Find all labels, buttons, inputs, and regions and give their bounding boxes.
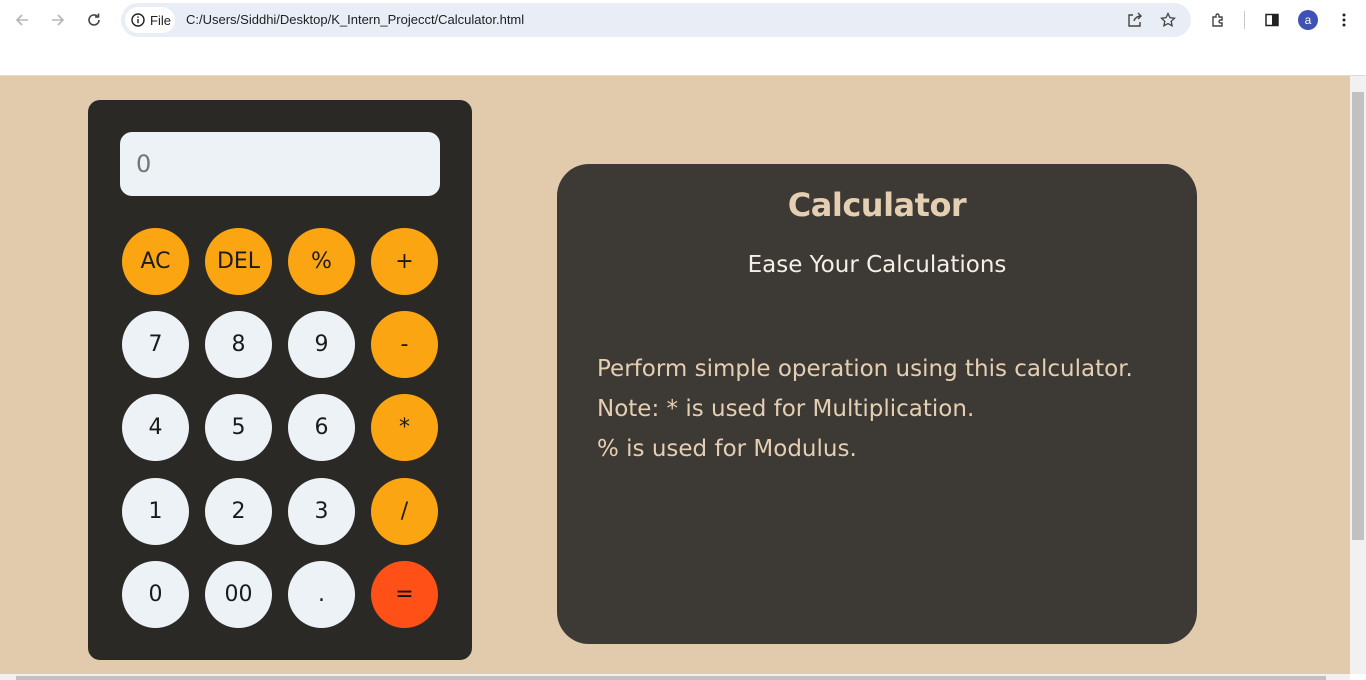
back-button[interactable] [10,8,34,32]
two-button[interactable]: 2 [205,478,272,545]
ac-button[interactable]: AC [122,228,189,295]
star-icon [1160,12,1176,28]
plus-button[interactable]: + [371,228,438,295]
five-button[interactable]: 5 [205,394,272,461]
browser-toolbar: File C:/Users/Siddhi/Desktop/K_Intern_Pr… [0,0,1366,40]
info-panel: Calculator Ease Your Calculations Perfor… [557,164,1197,644]
forward-arrow-icon [52,14,65,26]
seven-button[interactable]: 7 [122,311,189,378]
double-zero-button[interactable]: 00 [205,561,272,628]
side-panel-button[interactable] [1260,8,1284,32]
modulus-button[interactable]: % [288,228,355,295]
decimal-button[interactable]: . [288,561,355,628]
forward-button[interactable] [46,8,70,32]
info-subtitle: Ease Your Calculations [747,252,1007,278]
share-icon [1128,12,1142,27]
address-bar[interactable]: File C:/Users/Siddhi/Desktop/K_Intern_Pr… [121,3,1191,37]
info-icon [131,13,145,27]
three-button[interactable]: 3 [288,478,355,545]
info-description-line: Perform simple operation using this calc… [597,356,1133,382]
multiply-button[interactable]: * [371,394,438,461]
site-info-chip[interactable]: File [125,7,175,33]
info-multiplication-note: Note: * is used for Multiplication. [597,396,975,422]
url-text[interactable]: C:/Users/Siddhi/Desktop/K_Intern_Projecc… [186,12,524,27]
browser-menu-button[interactable] [1332,8,1356,32]
four-button[interactable]: 4 [122,394,189,461]
zero-button[interactable]: 0 [122,561,189,628]
one-button[interactable]: 1 [122,478,189,545]
toolbar-separator [1244,11,1245,29]
calculator-body: AC DEL % + 7 8 9 - 4 5 6 * 1 2 3 / 0 00 … [88,100,472,660]
page-content: AC DEL % + 7 8 9 - 4 5 6 * 1 2 3 / 0 00 … [0,76,1350,674]
vertical-scrollbar-thumb[interactable] [1352,92,1364,540]
calculator-display[interactable] [120,132,440,196]
minus-button[interactable]: - [371,311,438,378]
bookmark-star-button[interactable] [1158,10,1178,30]
share-button[interactable] [1125,10,1145,30]
horizontal-scrollbar-thumb[interactable] [16,676,1326,680]
reload-button[interactable] [82,8,106,32]
nine-button[interactable]: 9 [288,311,355,378]
delete-button[interactable]: DEL [205,228,272,295]
info-title: Calculator [787,186,967,224]
equals-button[interactable]: = [371,561,438,628]
info-modulus-note: % is used for Modulus. [597,436,857,462]
back-arrow-icon [15,14,28,26]
profile-avatar[interactable]: a [1298,10,1318,30]
eight-button[interactable]: 8 [205,311,272,378]
site-info-label: File [150,12,171,28]
bookmark-bar [0,40,1366,76]
extensions-button[interactable] [1206,8,1230,32]
six-button[interactable]: 6 [288,394,355,461]
puzzle-icon [1212,13,1223,27]
kebab-menu-icon [1342,13,1346,27]
side-panel-icon [1265,13,1279,27]
divide-button[interactable]: / [371,478,438,545]
reload-icon [88,13,100,26]
